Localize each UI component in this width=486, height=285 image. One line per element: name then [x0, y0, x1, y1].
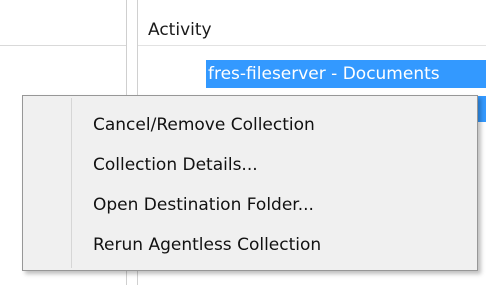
- menu-item-cancel-remove-collection[interactable]: Cancel/Remove Collection: [25, 106, 475, 144]
- menu-item-label: Rerun Agentless Collection: [93, 235, 322, 255]
- activity-column-header-label: Activity: [148, 20, 212, 40]
- menu-item-open-destination-folder[interactable]: Open Destination Folder...: [25, 186, 475, 224]
- context-menu: Cancel/Remove Collection Collection Deta…: [22, 95, 478, 271]
- left-column-header[interactable]: [0, 0, 126, 46]
- menu-item-rerun-agentless-collection[interactable]: Rerun Agentless Collection: [25, 226, 475, 264]
- menu-item-label: Cancel/Remove Collection: [93, 115, 315, 135]
- selected-activity-row[interactable]: fres-fileserver - Documents: [206, 60, 486, 88]
- menu-item-label: Open Destination Folder...: [93, 195, 314, 215]
- activity-column-header[interactable]: Activity: [138, 0, 486, 46]
- selected-row-edge: [478, 96, 486, 122]
- menu-item-label: Collection Details...: [93, 155, 258, 175]
- menu-item-collection-details[interactable]: Collection Details...: [25, 146, 475, 184]
